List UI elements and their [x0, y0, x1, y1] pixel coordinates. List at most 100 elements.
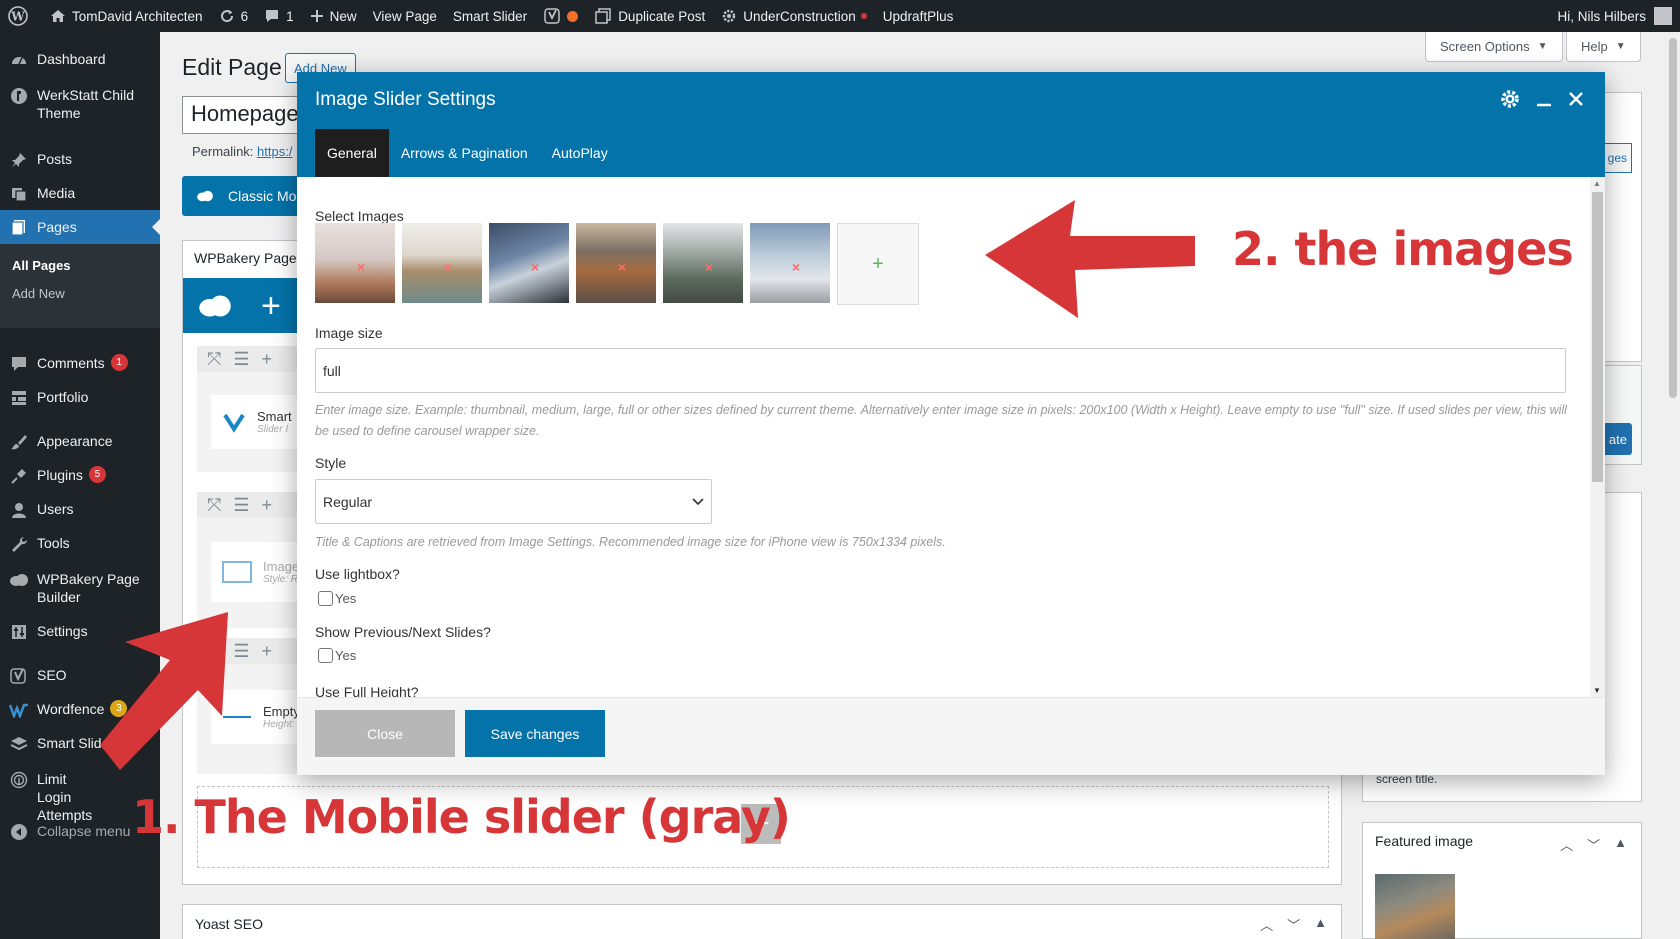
scrollbar-thumb[interactable]: [1669, 38, 1677, 398]
sidebar-item-wpbakery[interactable]: WPBakery Page Builder: [0, 570, 150, 606]
sidebar-item-smart-slider[interactable]: Smart Slider: [0, 734, 160, 754]
sidebar-item-tools[interactable]: Tools: [0, 534, 160, 554]
save-changes-button[interactable]: Save changes: [465, 710, 605, 757]
image-thumbnail[interactable]: ×: [315, 223, 395, 303]
image-thumbnail[interactable]: ×: [576, 223, 656, 303]
box-controls: ︿ ﹀ ▲: [1260, 915, 1341, 934]
scroll-down-icon[interactable]: ▼: [1593, 686, 1601, 695]
prevnext-option: Yes: [318, 648, 356, 663]
chevron-down-icon[interactable]: ﹀: [1287, 915, 1300, 934]
style-select[interactable]: Regular: [315, 479, 712, 524]
gear-icon[interactable]: [1499, 88, 1521, 110]
sidebar-item-pages[interactable]: Pages: [0, 210, 160, 244]
new-content-link[interactable]: New: [302, 0, 365, 32]
image-thumbnail[interactable]: ×: [402, 223, 482, 303]
sidebar-item-plugins[interactable]: Plugins 5: [0, 466, 160, 486]
sidebar-item-limit-login[interactable]: Limit Login Attempts: [0, 770, 100, 824]
tab-general[interactable]: General: [315, 129, 389, 177]
sidebar-item-appearance[interactable]: Appearance: [0, 432, 160, 452]
sidebar-item-dashboard[interactable]: Dashboard: [0, 50, 160, 70]
smart-slider-link[interactable]: Smart Slider: [445, 0, 535, 32]
add-icon[interactable]: +: [262, 349, 273, 370]
account-menu[interactable]: Hi, Nils Hilbers: [1549, 0, 1680, 32]
image-size-input[interactable]: full: [315, 348, 1566, 393]
wordpress-logo-icon[interactable]: W: [0, 0, 42, 32]
sidebar-item-label: Pages: [37, 219, 77, 235]
add-image-button[interactable]: +: [837, 223, 919, 305]
drag-icon[interactable]: ☰: [233, 495, 249, 516]
expand-icon[interactable]: ⤧: [207, 349, 221, 370]
add-icon[interactable]: +: [262, 641, 273, 662]
site-name-link[interactable]: TomDavid Architecten: [42, 0, 211, 32]
wpbakery-logo-icon[interactable]: [197, 292, 233, 320]
remove-image-icon[interactable]: ×: [444, 259, 452, 275]
yoast-link[interactable]: [535, 0, 586, 32]
drag-icon[interactable]: ☰: [233, 641, 249, 662]
expand-icon[interactable]: ⤧: [207, 495, 221, 516]
sidebar-item-settings[interactable]: Settings: [0, 622, 160, 642]
sidebar-item-posts[interactable]: Posts: [0, 150, 160, 170]
greeting: Hi, Nils Hilbers: [1557, 8, 1646, 24]
remove-image-icon[interactable]: ×: [531, 259, 539, 275]
row-controls[interactable]: ⤧ ☰ +: [197, 638, 297, 664]
updates-link[interactable]: 6: [211, 0, 257, 32]
slider-icon: [9, 734, 29, 754]
row-controls[interactable]: ⤧ ☰ +: [197, 346, 297, 372]
close-icon[interactable]: [1567, 90, 1585, 108]
tab-arrows-pagination[interactable]: Arrows & Pagination: [389, 129, 540, 177]
sidebar-item-label: WPBakery Page Builder: [37, 571, 140, 605]
modal-scrollbar[interactable]: ▲ ▼: [1590, 177, 1605, 697]
prevnext-label: Show Previous/Next Slides?: [315, 624, 491, 640]
comments-link[interactable]: 1: [256, 0, 302, 32]
tab-autoplay[interactable]: AutoPlay: [540, 129, 620, 177]
scrollbar-thumb[interactable]: [1592, 192, 1603, 482]
classic-mode-button[interactable]: Classic Mo: [182, 176, 302, 216]
duplicate-post-link[interactable]: Duplicate Post: [586, 0, 713, 32]
remove-image-icon[interactable]: ×: [357, 259, 365, 275]
triangle-up-icon[interactable]: ▲: [1614, 835, 1627, 854]
sidebar-item-seo[interactable]: SEO: [0, 666, 160, 686]
chevron-up-icon[interactable]: ︿: [1560, 835, 1573, 854]
image-thumbnail[interactable]: ×: [750, 223, 830, 303]
minimize-icon[interactable]: [1535, 90, 1553, 108]
sidebar-item-wordfence[interactable]: Wordfence 3: [0, 700, 160, 720]
add-icon[interactable]: +: [262, 495, 273, 516]
chevron-up-icon[interactable]: ︿: [1260, 915, 1273, 934]
sidebar-item-media[interactable]: Media: [0, 184, 160, 204]
remove-image-icon[interactable]: ×: [618, 259, 626, 275]
under-construction-link[interactable]: UnderConstruction: [713, 0, 875, 32]
sidebar-item-portfolio[interactable]: Portfolio: [0, 388, 160, 408]
help-button[interactable]: Help ▼: [1566, 32, 1641, 62]
element-card-smart-slider[interactable]: Smart Slider I: [211, 395, 301, 449]
sidebar-item-comments[interactable]: Comments 1: [0, 354, 160, 374]
element-card-image-slider[interactable]: Image Style: R: [211, 542, 301, 602]
scroll-up-icon[interactable]: ▲: [1593, 179, 1601, 188]
featured-image-thumbnail[interactable]: [1375, 874, 1455, 939]
expand-icon[interactable]: ⤧: [207, 641, 221, 662]
add-element-icon[interactable]: +: [261, 289, 281, 323]
close-button[interactable]: Close: [315, 710, 455, 757]
view-page-link[interactable]: View Page: [365, 0, 445, 32]
chevron-down-icon[interactable]: ﹀: [1587, 835, 1600, 854]
sidebar-item-theme[interactable]: WerkStatt Child Theme: [0, 86, 150, 122]
sidebar-item-users[interactable]: Users: [0, 500, 160, 520]
screen-options-button[interactable]: Screen Options ▼: [1425, 32, 1563, 62]
row-controls[interactable]: ⤧ ☰ +: [197, 492, 297, 518]
modal-footer: Close Save changes: [297, 697, 1605, 775]
triangle-up-icon[interactable]: ▲: [1314, 915, 1327, 934]
submenu-all-pages[interactable]: All Pages: [0, 252, 160, 280]
fingerprint-icon: [9, 770, 29, 790]
image-thumbnail[interactable]: ×: [663, 223, 743, 303]
updraftplus-link[interactable]: UpdraftPlus: [875, 0, 962, 32]
image-thumbnail[interactable]: ×: [489, 223, 569, 303]
remove-image-icon[interactable]: ×: [705, 259, 713, 275]
element-title: Smart: [257, 409, 292, 424]
page-scrollbar[interactable]: [1666, 32, 1680, 939]
submenu-add-new[interactable]: Add New: [0, 280, 160, 308]
drag-icon[interactable]: ☰: [233, 349, 249, 370]
prevnext-checkbox[interactable]: [318, 648, 333, 663]
permalink-url[interactable]: https:/: [257, 144, 292, 159]
lightbox-checkbox[interactable]: [318, 591, 333, 606]
remove-image-icon[interactable]: ×: [792, 259, 800, 275]
element-card-empty-space[interactable]: Empty Height:: [211, 690, 301, 744]
